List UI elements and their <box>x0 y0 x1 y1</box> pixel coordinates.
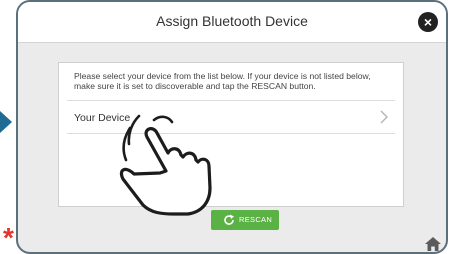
arrow-icon <box>0 111 12 133</box>
rescan-label: RESCAN <box>239 215 273 224</box>
chevron-right-icon <box>380 110 388 124</box>
asterisk-icon: * <box>3 222 14 253</box>
close-button[interactable]: × <box>418 12 438 32</box>
home-icon[interactable] <box>424 236 442 252</box>
device-screen: Assign Bluetooth Device × Please select … <box>16 0 448 254</box>
pointing-hand-icon <box>119 114 212 216</box>
instructions-text: Please select your device from the list … <box>74 71 371 91</box>
title-bar: Assign Bluetooth Device × <box>18 2 446 43</box>
page-title: Assign Bluetooth Device <box>156 13 308 29</box>
close-icon: × <box>423 14 433 30</box>
